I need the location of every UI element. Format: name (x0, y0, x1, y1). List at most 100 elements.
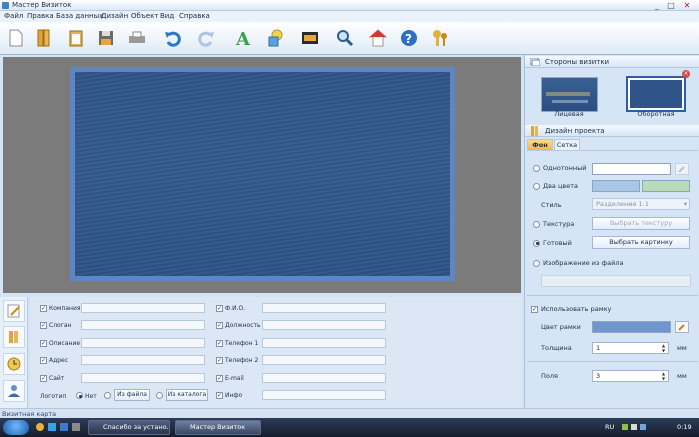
logo-from-catalog-button[interactable]: Из каталога (166, 389, 208, 401)
phone2-input[interactable] (262, 355, 386, 365)
logo-none-radio[interactable] (76, 392, 83, 399)
menu-view[interactable]: Вид (160, 12, 174, 20)
bg-two-colors-radio[interactable] (533, 182, 540, 190)
solid-color-swatch[interactable] (592, 163, 671, 175)
field-row-phone1: ✓ Телефон 1 (216, 338, 258, 349)
company-input[interactable] (81, 303, 205, 313)
logo-from-file-button[interactable]: Из файла (114, 389, 150, 401)
back-side-thumbnail[interactable] (626, 76, 686, 112)
menu-object[interactable]: Объект (131, 12, 158, 20)
start-button[interactable] (3, 420, 29, 435)
frame-color-swatch[interactable] (592, 321, 671, 333)
slogan-checkbox[interactable]: ✓ (40, 322, 47, 329)
close-button[interactable]: ✕ (681, 1, 693, 10)
print-icon[interactable] (127, 28, 147, 48)
use-frame-checkbox[interactable]: ✓ (531, 305, 538, 313)
slogan-input[interactable] (81, 320, 205, 330)
new-document-icon[interactable] (6, 28, 26, 48)
use-frame-option[interactable]: ✓ Использовать рамку (531, 305, 611, 313)
position-input[interactable] (262, 320, 386, 330)
info-checkbox[interactable]: ✓ (216, 392, 223, 399)
description-checkbox[interactable]: ✓ (40, 340, 47, 347)
user-icon[interactable] (3, 380, 25, 402)
redo-icon[interactable] (196, 28, 216, 48)
language-indicator[interactable]: RU (605, 423, 614, 431)
tab-background[interactable]: Фон (527, 139, 553, 150)
browser-icon[interactable] (36, 423, 44, 431)
fullname-checkbox[interactable]: ✓ (216, 305, 223, 312)
info-input[interactable] (262, 390, 386, 400)
undo-icon[interactable] (163, 28, 183, 48)
remove-side-icon[interactable]: × (682, 70, 690, 78)
tray-network-icon[interactable] (622, 424, 628, 430)
menu-database[interactable]: База данных (56, 12, 103, 20)
site-input[interactable] (81, 373, 205, 383)
menu-help[interactable]: Справка (179, 12, 210, 20)
menu-edit[interactable]: Правка (27, 12, 54, 20)
bg-texture-option[interactable]: Текстура (533, 220, 574, 228)
company-checkbox[interactable]: ✓ (40, 305, 47, 312)
bg-solid-option[interactable]: Однотонный (533, 164, 586, 172)
site-checkbox[interactable]: ✓ (40, 375, 47, 382)
shapes-tool-icon[interactable] (266, 28, 286, 48)
zoom-icon[interactable] (335, 28, 355, 48)
taskbar-item-app[interactable]: Мастер Визиток (175, 420, 261, 435)
email-checkbox[interactable]: ✓ (216, 375, 223, 382)
phone2-checkbox[interactable]: ✓ (216, 357, 223, 364)
ie-icon[interactable] (48, 423, 56, 431)
choose-texture-button[interactable]: Выбрать текстуру (592, 217, 690, 230)
bg-texture-radio[interactable] (533, 220, 540, 228)
spinner-arrows-icon[interactable]: ▲ ▼ (660, 371, 667, 381)
fullname-input[interactable] (262, 303, 386, 313)
sides-icon (530, 58, 540, 66)
description-input[interactable] (81, 338, 205, 348)
two-color-b-swatch[interactable] (642, 180, 690, 192)
bg-solid-radio[interactable] (533, 164, 540, 172)
address-input[interactable] (81, 355, 205, 365)
minimize-button[interactable]: _ (651, 1, 663, 10)
choose-picture-button[interactable]: Выбрать картинку (592, 236, 690, 249)
image-tool-icon[interactable] (300, 28, 320, 48)
menu-design[interactable]: Дизайн (101, 12, 128, 20)
keys-icon[interactable] (430, 28, 450, 48)
phone1-label: Телефон 1 (225, 340, 259, 347)
tab-grid[interactable]: Сетка (554, 139, 580, 150)
clipboard-icon[interactable] (66, 28, 86, 48)
image-file-path-input[interactable] (541, 275, 691, 287)
phone1-checkbox[interactable]: ✓ (216, 340, 223, 347)
bg-two-colors-option[interactable]: Два цвета (533, 182, 578, 190)
book-icon[interactable] (3, 326, 25, 348)
tray-volume-icon[interactable] (631, 424, 637, 430)
help-icon[interactable]: ? (399, 28, 419, 48)
taskbar-item-browser[interactable]: Спасибо за устано... (88, 420, 170, 435)
position-checkbox[interactable]: ✓ (216, 322, 223, 329)
save-icon[interactable] (96, 28, 116, 48)
edit-note-icon[interactable] (3, 300, 25, 322)
business-card-preview[interactable] (70, 67, 455, 281)
clock-icon[interactable] (3, 353, 25, 375)
email-input[interactable] (262, 373, 386, 383)
open-folder-icon[interactable] (34, 28, 54, 48)
menu-file[interactable]: Файл (4, 12, 23, 20)
tray-app-icon[interactable] (640, 424, 646, 430)
logo-file-radio[interactable] (104, 392, 111, 399)
logo-catalog-radio[interactable] (156, 392, 163, 399)
front-side-thumbnail[interactable] (541, 77, 598, 112)
thickness-spinner[interactable]: 1 ▲ ▼ (592, 342, 669, 354)
style-select[interactable]: Разделение 1:1 ▾ (592, 198, 690, 210)
bg-ready-radio[interactable] (533, 239, 540, 247)
bg-from-file-radio[interactable] (533, 259, 540, 267)
show-desktop-icon[interactable] (60, 423, 68, 431)
two-color-a-swatch[interactable] (592, 180, 640, 192)
address-checkbox[interactable]: ✓ (40, 357, 47, 364)
phone1-input[interactable] (262, 338, 386, 348)
eyedropper-icon[interactable] (675, 321, 689, 333)
explorer-icon[interactable] (72, 423, 80, 431)
bg-from-file-option[interactable]: Изображение из файла (533, 259, 623, 267)
bg-ready-option[interactable]: Готовый (533, 239, 572, 247)
spinner-arrows-icon[interactable]: ▲ ▼ (660, 343, 667, 353)
maximize-button[interactable]: □ (665, 1, 677, 10)
margins-spinner[interactable]: 3 ▲ ▼ (592, 370, 669, 382)
home-icon[interactable] (368, 28, 388, 48)
text-tool-icon[interactable]: A (233, 28, 253, 48)
